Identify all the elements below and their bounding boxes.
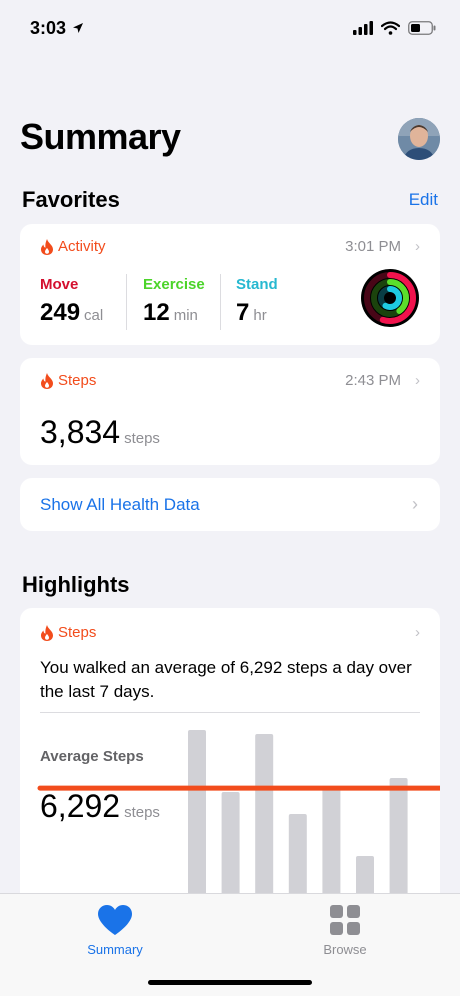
steps-time: 2:43 PM › xyxy=(345,372,420,389)
highlights-title: Highlights xyxy=(22,572,130,597)
steps-card-header: Steps 2:43 PM › xyxy=(40,372,420,389)
average-steps-unit: steps xyxy=(124,804,160,821)
favorites-title: Favorites xyxy=(22,187,120,212)
highlight-text: You walked an average of 6,292 steps a d… xyxy=(40,658,412,701)
page-title: Summary xyxy=(20,116,181,157)
header: Summary xyxy=(20,116,440,166)
highlight-category: Steps xyxy=(40,624,96,641)
stand-value-row: 7 hr xyxy=(236,299,278,327)
location-arrow-icon xyxy=(73,23,84,33)
exercise-label: Exercise xyxy=(143,276,205,293)
exercise-value: 12 xyxy=(143,299,170,326)
flame-icon xyxy=(41,372,53,389)
activity-category-label: Activity xyxy=(58,238,106,255)
move-metric: Move 249 cal xyxy=(40,276,103,327)
metric-divider xyxy=(220,274,221,330)
steps-card[interactable]: Steps 2:43 PM › 3,834 steps xyxy=(20,358,440,465)
chevron-right-icon: › xyxy=(415,624,420,641)
tab-summary[interactable]: Summary xyxy=(55,904,175,957)
status-time: 3:03 xyxy=(30,18,84,39)
tab-summary-label: Summary xyxy=(87,942,143,957)
stand-unit: hr xyxy=(253,307,267,324)
show-all-health-data-button[interactable]: Show All Health Data › xyxy=(20,478,440,531)
highlight-divider xyxy=(40,712,420,713)
status-icons xyxy=(353,21,436,35)
steps-value: 3,834 xyxy=(40,414,121,450)
wifi-icon xyxy=(381,21,400,35)
steps-category: Steps xyxy=(40,372,96,389)
chevron-right-icon: › xyxy=(415,372,420,389)
steps-category-label: Steps xyxy=(58,372,97,389)
highlight-card[interactable]: Steps › You walked an average of 6,292 s… xyxy=(20,608,440,928)
move-unit: cal xyxy=(84,307,104,324)
flame-icon xyxy=(41,238,53,255)
highlight-card-header: Steps › xyxy=(40,624,420,641)
flame-icon xyxy=(41,624,53,641)
stand-metric: Stand 7 hr xyxy=(236,276,278,327)
exercise-metric: Exercise 12 min xyxy=(143,276,205,327)
move-value-row: 249 cal xyxy=(40,299,103,327)
chevron-right-icon: › xyxy=(415,238,420,255)
move-label: Move xyxy=(40,276,79,293)
activity-time-label: 3:01 PM xyxy=(345,238,401,255)
highlight-category-label: Steps xyxy=(58,624,97,641)
time-label: 3:03 xyxy=(30,17,67,38)
activity-card[interactable]: Activity 3:01 PM › Move 249 cal Exercise … xyxy=(20,224,440,345)
stand-value: 7 xyxy=(236,299,250,326)
cellular-signal-icon xyxy=(353,21,373,35)
average-steps-value-row: 6,292 steps xyxy=(40,788,160,825)
status-bar: 3:03 xyxy=(0,0,460,56)
avatar[interactable] xyxy=(398,118,440,160)
average-steps-value: 6,292 xyxy=(40,788,121,824)
activity-time: 3:01 PM › xyxy=(345,238,420,255)
activity-rings-icon xyxy=(361,269,419,327)
steps-time-label: 2:43 PM xyxy=(345,372,401,389)
chevron-right-icon: › xyxy=(412,494,418,514)
steps-unit: steps xyxy=(124,430,160,447)
tab-browse-label: Browse xyxy=(323,942,367,957)
metric-divider xyxy=(126,274,127,330)
steps-value-row: 3,834 steps xyxy=(40,414,160,451)
edit-button[interactable]: Edit xyxy=(409,190,438,210)
average-steps-label: Average Steps xyxy=(40,748,144,765)
move-value: 249 xyxy=(40,299,81,326)
exercise-value-row: 12 min xyxy=(143,299,205,327)
profile-photo xyxy=(398,118,440,160)
battery-icon xyxy=(408,21,436,35)
grid-icon xyxy=(330,905,360,935)
favorites-header: Favorites Edit xyxy=(22,187,438,213)
stand-label: Stand xyxy=(236,276,278,293)
home-indicator xyxy=(148,980,312,985)
tab-browse[interactable]: Browse xyxy=(285,904,405,957)
exercise-unit: min xyxy=(173,307,198,324)
heart-icon xyxy=(98,905,132,935)
activity-category: Activity xyxy=(40,238,106,255)
highlights-header: Highlights xyxy=(22,572,438,598)
activity-card-header: Activity 3:01 PM › xyxy=(40,238,420,255)
show-all-label: Show All Health Data xyxy=(40,495,200,514)
